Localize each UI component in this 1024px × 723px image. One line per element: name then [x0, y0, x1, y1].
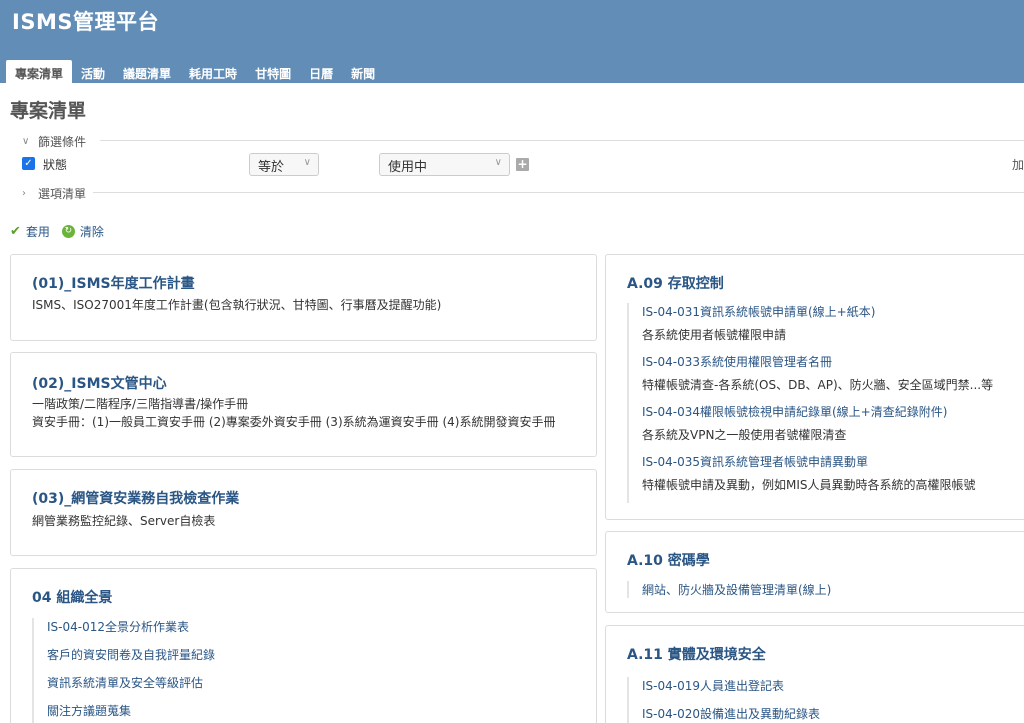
operator-select[interactable]: 等於 ∨: [249, 153, 319, 176]
project-title-link[interactable]: A.09 存取控制: [627, 273, 724, 293]
subproject-list: IS-04-012全景分析作業表 客戶的資安問卷及自我評量紀錄 資訊系統清單及安…: [32, 618, 215, 723]
project-title-link[interactable]: (03)_網管資安業務自我檢查作業: [32, 488, 239, 508]
project-card: (03)_網管資安業務自我檢查作業 網管業務監控紀錄、Server自檢表: [10, 469, 597, 556]
project-title-link[interactable]: (01)_ISMS年度工作計畫: [32, 273, 195, 293]
subproject-link[interactable]: 關注方議題蒐集: [47, 702, 215, 723]
divider: [100, 140, 1024, 141]
subproject-link[interactable]: IS-04-012全景分析作業表: [47, 618, 215, 646]
tab-issues[interactable]: 議題清單: [114, 60, 180, 83]
project-card: A.10 密碼學 網站、防火牆及設備管理清單(線上): [605, 531, 1024, 613]
subproject-link[interactable]: 網站、防火牆及設備管理清單(線上): [642, 581, 831, 598]
apply-button[interactable]: ✔ 套用: [10, 223, 50, 240]
project-title-link[interactable]: A.10 密碼學: [627, 550, 710, 570]
filter-row-status: ✓ 狀態 等於 ∨ 使用中 ∨ + 加: [22, 153, 1024, 176]
check-icon: ✔: [10, 224, 21, 239]
project-card: A.11 實體及環境安全 IS-04-019人員進出登記表 IS-04-020設…: [605, 625, 1024, 723]
subproject-link[interactable]: 客戶的資安問卷及自我評量紀錄: [47, 646, 215, 674]
subproject-item: IS-04-033系統使用權限管理者名冊 特權帳號清查-各系統(OS、DB、AP…: [642, 353, 993, 403]
subproject-description: 各系統使用者帳號權限申請: [642, 328, 787, 342]
app-title[interactable]: ISMS管理平台: [12, 6, 159, 36]
subproject-list: IS-04-019人員進出登記表 IS-04-020設備進出及異動紀錄表: [627, 677, 820, 723]
status-value-select[interactable]: 使用中 ∨: [379, 153, 510, 176]
project-card: (02)_ISMS文管中心 一階政策/二階程序/三階指導書/操作手冊 資安手冊：…: [10, 352, 597, 457]
add-filter-label[interactable]: 加: [1012, 156, 1024, 173]
tab-projects[interactable]: 專案清單: [6, 60, 73, 83]
operator-select-value: 等於: [258, 160, 285, 175]
clear-label: 清除: [79, 225, 104, 239]
subproject-list: 網站、防火牆及設備管理清單(線上): [627, 581, 831, 598]
project-card: (01)_ISMS年度工作計畫 ISMS、ISO27001年度工作計畫(包含執行…: [10, 254, 597, 341]
subproject-link[interactable]: 資訊系統清單及安全等級評估: [47, 674, 215, 702]
chevron-down-icon: ∨: [494, 157, 502, 168]
project-description: 資安手冊：(1)一般員工資安手冊 (2)專案委外資安手冊 (3)系統為運資安手冊…: [32, 415, 556, 429]
divider: [93, 192, 1024, 193]
chevron-right-icon: ›: [22, 188, 26, 199]
subproject-item: IS-04-035資訊系統管理者帳號申請異動單 特權帳號申請及異動，例如MIS人…: [642, 453, 993, 503]
page-title: 專案清單: [10, 100, 87, 122]
subproject-description: 各系統及VPN之一般使用者號權限清查: [642, 428, 847, 442]
apply-label: 套用: [25, 225, 50, 239]
project-description: 一階政策/二階程序/三階指導書/操作手冊: [32, 397, 249, 411]
tab-calendar[interactable]: 日曆: [300, 60, 342, 83]
tab-gantt[interactable]: 甘特圖: [246, 60, 300, 83]
project-card: 04 組織全景 IS-04-012全景分析作業表 客戶的資安問卷及自我評量紀錄 …: [10, 568, 597, 723]
subproject-link[interactable]: IS-04-033系統使用權限管理者名冊: [642, 353, 993, 370]
project-description: 網管業務監控紀錄、Server自檢表: [32, 514, 216, 528]
tab-activity[interactable]: 活動: [72, 60, 114, 83]
subproject-link[interactable]: IS-04-034權限帳號檢視申請紀錄單(線上+清查紀錄附件): [642, 403, 993, 420]
status-filter-label: 狀態: [43, 158, 68, 172]
project-description: ISMS、ISO27001年度工作計畫(包含執行狀況、甘特圖、行事曆及提醒功能): [32, 298, 442, 312]
subproject-item: IS-04-034權限帳號檢視申請紀錄單(線上+清查紀錄附件) 各系統及VPN之…: [642, 403, 993, 453]
filter-actions: ✔ 套用 ↻ 清除: [10, 223, 104, 240]
subproject-item: IS-04-031資訊系統帳號申請單(線上+紙本) 各系統使用者帳號權限申請: [642, 303, 993, 353]
project-title-link[interactable]: (02)_ISMS文管中心: [32, 373, 167, 393]
reload-icon: ↻: [61, 225, 75, 238]
project-card: A.09 存取控制 IS-04-031資訊系統帳號申請單(線上+紙本) 各系統使…: [605, 254, 1024, 520]
clear-button[interactable]: ↻ 清除: [61, 223, 104, 240]
subproject-link[interactable]: IS-04-035資訊系統管理者帳號申請異動單: [642, 453, 993, 470]
options-legend[interactable]: › 選項清單: [22, 185, 86, 202]
main-menu: 專案清單 活動 議題清單 耗用工時 甘特圖 日曆 新聞: [6, 60, 384, 83]
subproject-description: 特權帳號清查-各系統(OS、DB、AP)、防火牆、安全區域門禁...等: [642, 378, 994, 392]
project-title-link[interactable]: A.11 實體及環境安全: [627, 644, 766, 664]
subproject-link[interactable]: IS-04-020設備進出及異動紀錄表: [642, 705, 820, 723]
chevron-down-icon: ∨: [303, 157, 311, 168]
chevron-down-icon: ∨: [22, 136, 30, 147]
top-header: ISMS管理平台 專案清單 活動 議題清單 耗用工時 甘特圖 日曆 新聞: [0, 0, 1024, 83]
add-value-icon[interactable]: +: [516, 158, 529, 171]
tab-news[interactable]: 新聞: [342, 60, 384, 83]
subproject-description: 特權帳號申請及異動，例如MIS人員異動時各系統的高權限帳號: [642, 478, 976, 492]
tab-time-entries[interactable]: 耗用工時: [180, 60, 246, 83]
options-legend-label: 選項清單: [38, 187, 87, 201]
filters-legend-label: 篩選條件: [38, 135, 87, 149]
project-title-link[interactable]: 04 組織全景: [32, 587, 112, 607]
subproject-list: IS-04-031資訊系統帳號申請單(線上+紙本) 各系統使用者帳號權限申請 I…: [627, 303, 993, 503]
status-filter-checkbox[interactable]: ✓: [22, 157, 35, 170]
subproject-link[interactable]: IS-04-019人員進出登記表: [642, 677, 820, 705]
filters-legend[interactable]: ∨ 篩選條件: [22, 133, 86, 150]
subproject-link[interactable]: IS-04-031資訊系統帳號申請單(線上+紙本): [642, 303, 993, 320]
status-select-value: 使用中: [388, 160, 428, 175]
